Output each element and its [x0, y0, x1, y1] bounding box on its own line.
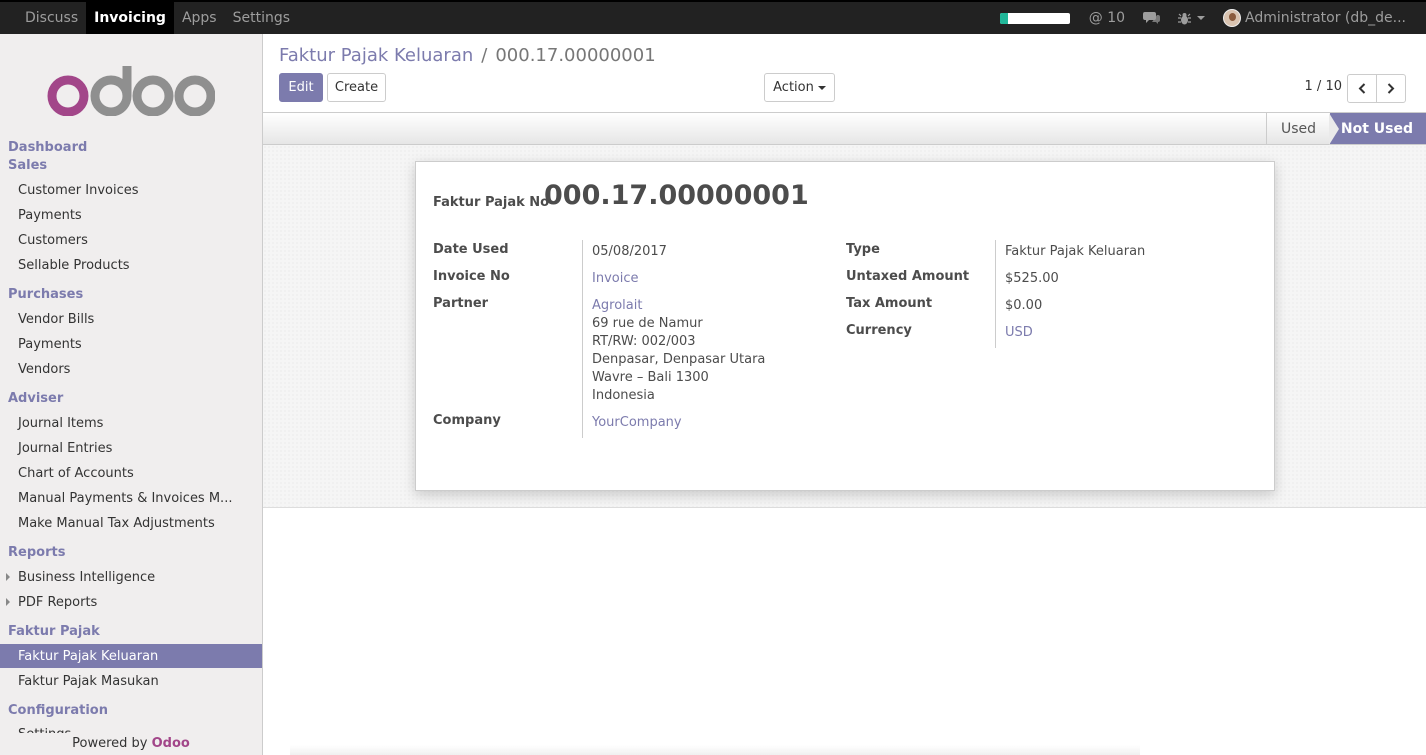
status-not-used[interactable]: Not Used: [1329, 113, 1426, 145]
untaxed-amount-value: $525.00: [1005, 271, 1059, 286]
menu-invoicing[interactable]: Invoicing: [86, 2, 174, 34]
footer-shadow: [290, 745, 1140, 755]
partner-address-line: Wavre – Bali 1300: [592, 370, 709, 385]
currency-link[interactable]: USD: [1005, 324, 1033, 342]
progress-fill: [999, 12, 1009, 24]
chevron-left-icon: [1358, 83, 1366, 94]
partner-address-line: Indonesia: [592, 388, 655, 403]
sidebar-item-journal-items[interactable]: Journal Items: [0, 411, 262, 435]
untaxed-amount-label: Untaxed Amount: [846, 269, 970, 284]
sidebar-item-pdf-reports[interactable]: PDF Reports: [0, 590, 262, 614]
partner-address-line: Denpasar, Denpasar Utara: [592, 352, 766, 367]
faktur-no-value: 000.17.00000001: [544, 180, 809, 211]
create-button[interactable]: Create: [327, 73, 386, 102]
powered-by-brand-link[interactable]: Odoo: [152, 736, 190, 751]
menu-discuss[interactable]: Discuss: [0, 2, 86, 34]
tax-amount-value: $0.00: [1005, 298, 1043, 313]
powered-by: Powered by Odoo: [0, 733, 262, 755]
invoice-no-link[interactable]: Invoice: [592, 270, 638, 288]
app-menu: Discuss Invoicing Apps Settings: [0, 2, 298, 34]
status-used[interactable]: Used: [1265, 113, 1330, 145]
sidebar-item-label: PDF Reports: [18, 594, 98, 610]
sidebar-item-tax-adjustments[interactable]: Make Manual Tax Adjustments: [0, 511, 262, 535]
top-navbar: Discuss Invoicing Apps Settings @ 10 Adm…: [0, 0, 1426, 34]
status-bar: Used Not Used: [263, 113, 1426, 145]
pager-previous-button[interactable]: [1347, 74, 1377, 103]
company-link[interactable]: YourCompany: [592, 414, 682, 432]
section-faktur-pajak: Faktur Pajak: [8, 624, 100, 639]
user-menu[interactable]: Administrator (db_de...: [1223, 9, 1406, 27]
sidebar-item-vendor-payments[interactable]: Payments: [0, 332, 262, 356]
sidebar-item-business-intelligence[interactable]: Business Intelligence: [0, 565, 262, 589]
faktur-no-label: Faktur Pajak No: [433, 195, 550, 210]
user-name: Administrator (db_de...: [1245, 10, 1406, 26]
pager-next-button[interactable]: [1376, 74, 1406, 103]
action-dropdown-button[interactable]: Action: [764, 73, 835, 102]
chevron-down-icon: [817, 85, 826, 90]
partner-address-line: RT/RW: 002/003: [592, 334, 696, 349]
section-adviser: Adviser: [8, 391, 64, 406]
chat-icon[interactable]: [1143, 11, 1161, 25]
partner-link[interactable]: Agrolait: [592, 297, 642, 315]
menu-settings[interactable]: Settings: [225, 2, 298, 34]
sidebar-item-faktur-keluaran[interactable]: Faktur Pajak Keluaran: [0, 644, 262, 668]
action-label: Action: [773, 80, 814, 95]
section-configuration: Configuration: [8, 703, 108, 718]
expand-arrow-icon: [6, 573, 10, 581]
type-value: Faktur Pajak Keluaran: [1005, 244, 1146, 259]
form-sheet: Faktur Pajak No 000.17.00000001 Date Use…: [415, 161, 1275, 491]
chevron-right-icon: [1387, 83, 1395, 94]
currency-label: Currency: [846, 323, 912, 338]
section-purchases: Purchases: [8, 287, 84, 302]
sidebar-item-chart-of-accounts[interactable]: Chart of Accounts: [0, 461, 262, 485]
section-dashboard[interactable]: Dashboard: [8, 140, 87, 155]
breadcrumb-parent-link[interactable]: Faktur Pajak Keluaran: [279, 45, 473, 66]
sidebar-item-customer-invoices[interactable]: Customer Invoices: [0, 178, 262, 202]
sidebar-item-vendor-bills[interactable]: Vendor Bills: [0, 307, 262, 331]
edit-button[interactable]: Edit: [279, 73, 323, 102]
invoice-no-label: Invoice No: [433, 269, 510, 284]
partner-address-line: 69 rue de Namur: [592, 316, 703, 331]
section-reports: Reports: [8, 545, 66, 560]
debug-bug-icon[interactable]: [1178, 12, 1206, 25]
expand-arrow-icon: [6, 598, 10, 606]
field-divider: [582, 240, 583, 438]
chevron-down-icon: [1197, 16, 1206, 20]
sidebar-item-sellable-products[interactable]: Sellable Products: [0, 253, 262, 277]
powered-by-text: Powered by: [72, 736, 152, 751]
tax-amount-label: Tax Amount: [846, 296, 933, 311]
sidebar-item-customers[interactable]: Customers: [0, 228, 262, 252]
avatar: [1223, 9, 1242, 27]
partner-label: Partner: [433, 296, 489, 311]
mentions-counter[interactable]: @ 10: [1089, 10, 1125, 26]
sidebar-item-vendors[interactable]: Vendors: [0, 357, 262, 381]
sidebar-item-label: Business Intelligence: [18, 569, 156, 585]
menu-apps[interactable]: Apps: [174, 2, 225, 34]
odoo-logo[interactable]: [47, 66, 215, 116]
sidebar: Dashboard Sales Customer Invoices Paymen…: [0, 34, 263, 755]
date-used-label: Date Used: [433, 242, 509, 257]
planner-progress-bar[interactable]: [999, 12, 1070, 24]
breadcrumb: Faktur Pajak Keluaran / 000.17.00000001: [279, 45, 656, 66]
breadcrumb-separator: /: [481, 45, 488, 66]
sidebar-item-payments[interactable]: Payments: [0, 203, 262, 227]
type-label: Type: [846, 242, 880, 257]
date-used-value: 05/08/2017: [592, 244, 667, 259]
field-divider: [995, 240, 996, 348]
sidebar-item-manual-payments[interactable]: Manual Payments & Invoices M...: [0, 486, 262, 510]
breadcrumb-current: 000.17.00000001: [495, 45, 656, 66]
control-panel: Faktur Pajak Keluaran / 000.17.00000001 Ed…: [263, 34, 1426, 113]
company-label: Company: [433, 413, 501, 428]
section-sales: Sales: [8, 158, 48, 173]
sidebar-item-faktur-masukan[interactable]: Faktur Pajak Masukan: [0, 669, 262, 693]
pager-value[interactable]: 1 / 10: [1305, 79, 1342, 94]
sidebar-item-journal-entries[interactable]: Journal Entries: [0, 436, 262, 460]
